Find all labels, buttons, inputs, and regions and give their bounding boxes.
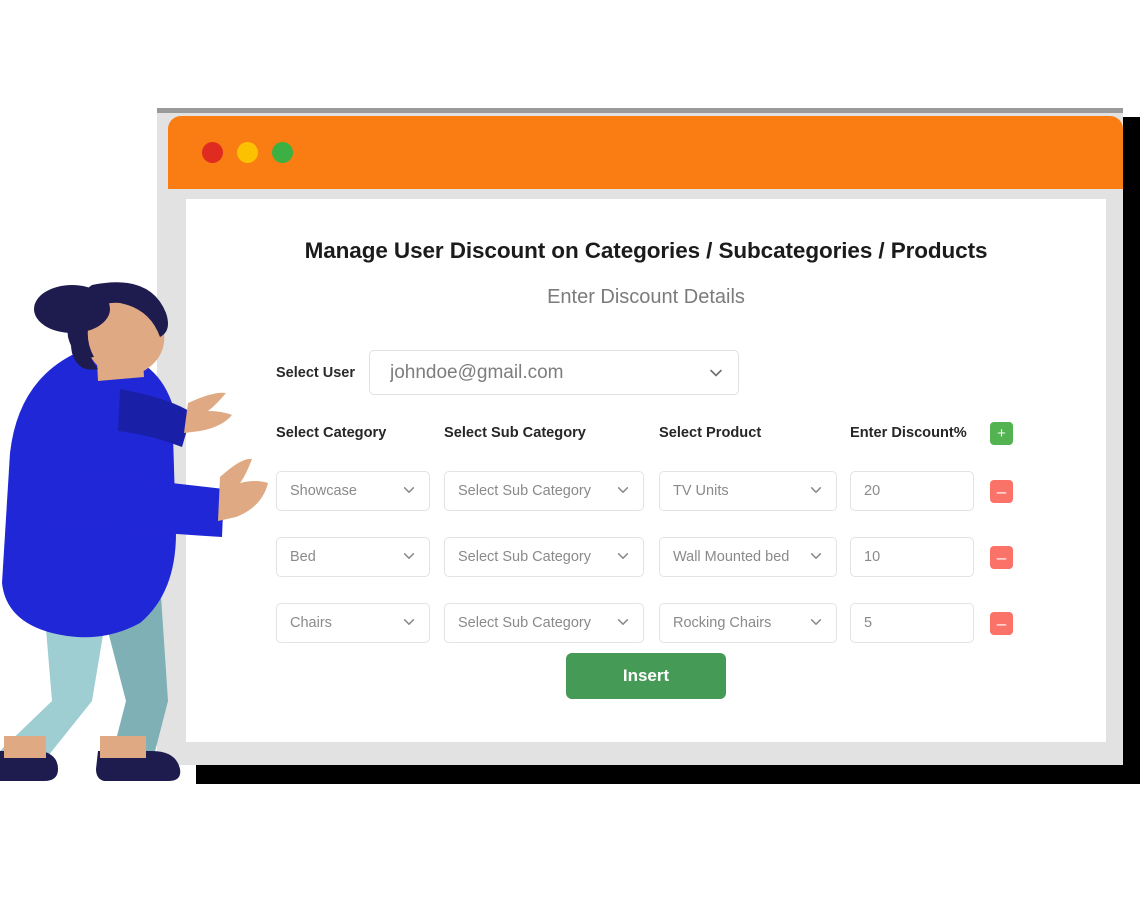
subcategory-value: Select Sub Category — [458, 615, 591, 631]
page-title: Manage User Discount on Categories / Sub… — [304, 238, 988, 263]
product-dropdown[interactable]: TV Units — [659, 471, 837, 511]
product-value: Wall Mounted bed — [673, 549, 790, 565]
remove-row-button[interactable]: – — [990, 611, 1013, 635]
window-shadow-bottom — [196, 762, 1140, 784]
product-value: TV Units — [673, 483, 729, 499]
window-shadow-right — [1122, 120, 1140, 765]
discount-input[interactable] — [850, 471, 974, 511]
category-value: Bed — [290, 549, 316, 565]
subcategory-dropdown[interactable]: Select Sub Category — [444, 603, 644, 643]
table-row: Bed Select Sub Category Wall Mounted bed… — [276, 537, 1036, 577]
select-user-row: Select User johndoe@gmail.com — [276, 350, 739, 395]
product-dropdown[interactable]: Rocking Chairs — [659, 603, 837, 643]
chevron-down-icon — [402, 549, 418, 565]
chevron-down-icon — [809, 615, 825, 631]
insert-button[interactable]: Insert — [566, 653, 726, 699]
chevron-down-icon — [809, 549, 825, 565]
subcategory-value: Select Sub Category — [458, 483, 591, 499]
table-header-row: Select Category Select Sub Category Sele… — [276, 421, 1036, 445]
table-row: Chairs Select Sub Category Rocking Chair… — [276, 603, 1036, 643]
discount-input[interactable] — [850, 537, 974, 577]
chevron-down-icon — [616, 549, 632, 565]
add-row-button[interactable]: + — [990, 421, 1013, 445]
scene: Manage User Discount on Categories / Sub… — [0, 0, 1140, 900]
person-pointing-illustration — [0, 281, 300, 791]
table-row: Showcase Select Sub Category TV Units 20… — [276, 471, 1036, 511]
subcategory-value: Select Sub Category — [458, 549, 591, 565]
chevron-down-icon — [402, 483, 418, 499]
chevron-down-icon — [402, 615, 418, 631]
column-header-category: Select Category — [276, 425, 387, 441]
close-dot[interactable] — [202, 142, 223, 163]
page-subtitle: Enter Discount Details — [547, 286, 745, 308]
select-user-value: johndoe@gmail.com — [390, 361, 564, 383]
subcategory-dropdown[interactable]: Select Sub Category — [444, 471, 644, 511]
chevron-down-icon — [708, 365, 724, 381]
discount-table: Select Category Select Sub Category Sele… — [276, 421, 1036, 643]
product-value: Rocking Chairs — [673, 615, 772, 631]
column-header-discount: Enter Discount% — [850, 425, 967, 441]
remove-row-button[interactable]: – — [990, 479, 1013, 503]
subcategory-dropdown[interactable]: Select Sub Category — [444, 537, 644, 577]
maximize-dot[interactable] — [272, 142, 293, 163]
insert-button-container: Insert — [186, 653, 1106, 699]
chevron-down-icon — [809, 483, 825, 499]
column-header-product: Select Product — [659, 425, 762, 441]
category-value: Showcase — [290, 483, 357, 499]
minimize-dot[interactable] — [237, 142, 258, 163]
product-dropdown[interactable]: Wall Mounted bed — [659, 537, 837, 577]
column-header-subcategory: Select Sub Category — [444, 425, 586, 441]
select-user-dropdown[interactable]: johndoe@gmail.com — [369, 350, 739, 395]
browser-titlebar — [168, 116, 1123, 189]
category-value: Chairs — [290, 615, 332, 631]
page-canvas: Manage User Discount on Categories / Sub… — [186, 199, 1106, 742]
chevron-down-icon — [616, 615, 632, 631]
remove-row-button[interactable]: – — [990, 545, 1013, 569]
discount-input[interactable] — [850, 603, 974, 643]
chevron-down-icon — [616, 483, 632, 499]
